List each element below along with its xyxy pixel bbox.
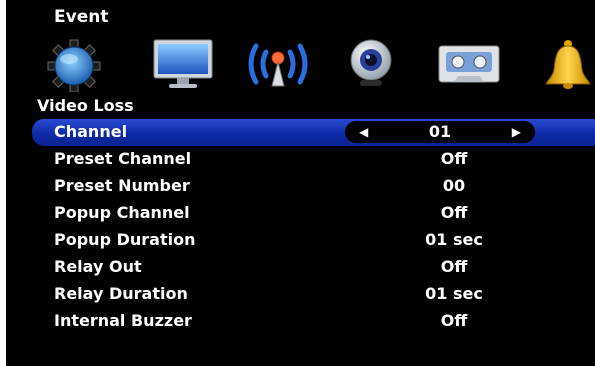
setting-label: Popup Duration bbox=[54, 230, 196, 249]
webcam-icon[interactable] bbox=[346, 36, 396, 92]
setting-row-popup-duration[interactable]: Popup Duration 01 sec bbox=[6, 227, 595, 254]
section-title: Video Loss bbox=[37, 96, 134, 115]
setting-row-preset-number[interactable]: Preset Number 00 bbox=[6, 173, 595, 200]
setting-label: Relay Out bbox=[54, 257, 142, 276]
setting-value: Off bbox=[440, 257, 468, 276]
setting-value: Off bbox=[440, 149, 468, 168]
setting-row-relay-duration[interactable]: Relay Duration 01 sec bbox=[6, 281, 595, 308]
tape-icon[interactable] bbox=[436, 36, 502, 92]
setting-row-preset-channel[interactable]: Preset Channel Off bbox=[6, 146, 595, 173]
setting-row-popup-channel[interactable]: Popup Channel Off bbox=[6, 200, 595, 227]
settings-list: Channel ◀ 01 ▶ Preset Channel Off Preset… bbox=[6, 119, 595, 335]
setting-value: 00 bbox=[442, 176, 466, 195]
event-menu-screen: Event Video Loss Channel ◀ 01 ▶ Preset C… bbox=[6, 0, 595, 366]
setting-value: Off bbox=[440, 203, 468, 222]
setting-label: Internal Buzzer bbox=[54, 311, 192, 330]
bell-icon[interactable] bbox=[543, 36, 593, 92]
page-title: Event bbox=[54, 7, 109, 27]
gear-icon[interactable] bbox=[46, 36, 102, 92]
setting-value: 01 sec bbox=[425, 284, 483, 303]
setting-label: Preset Channel bbox=[54, 149, 192, 168]
setting-row-channel[interactable]: Channel ◀ 01 ▶ bbox=[32, 119, 595, 146]
wireless-icon[interactable] bbox=[242, 36, 314, 92]
category-icon-bar bbox=[46, 36, 595, 92]
setting-value: 01 sec bbox=[425, 230, 483, 249]
setting-label: Popup Channel bbox=[54, 203, 190, 222]
setting-label: Preset Number bbox=[54, 176, 190, 195]
setting-label: Channel bbox=[54, 122, 128, 141]
setting-row-relay-out[interactable]: Relay Out Off bbox=[6, 254, 595, 281]
setting-label: Relay Duration bbox=[54, 284, 188, 303]
monitor-icon[interactable] bbox=[151, 36, 215, 92]
setting-value: Off bbox=[440, 311, 468, 330]
arrow-right-icon[interactable]: ▶ bbox=[512, 125, 521, 139]
setting-row-internal-buzzer[interactable]: Internal Buzzer Off bbox=[6, 308, 595, 335]
channel-spinner[interactable]: ◀ 01 ▶ bbox=[345, 121, 535, 143]
setting-value: 01 bbox=[428, 122, 452, 141]
